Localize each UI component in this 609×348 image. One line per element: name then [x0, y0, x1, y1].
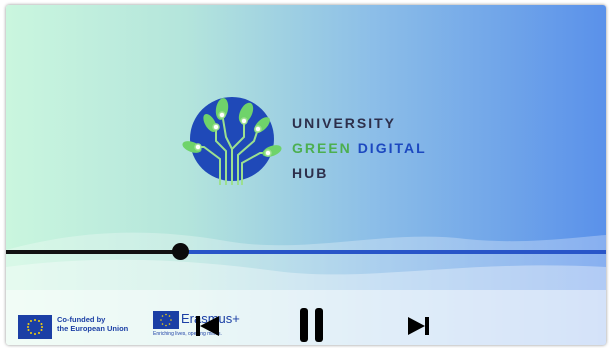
progress-played[interactable] [6, 250, 180, 254]
pause-button[interactable] [298, 307, 326, 343]
logo-word-green: GREEN [292, 140, 352, 156]
logo-text: UNIVERSITY GREEN DIGITAL HUB [292, 111, 427, 186]
logo: UNIVERSITY GREEN DIGITAL HUB [176, 89, 476, 209]
skip-previous-icon [196, 316, 219, 336]
skip-next-icon [408, 317, 429, 335]
seek-handle[interactable] [172, 243, 189, 260]
eu-text-line-1: Co-funded by [57, 315, 106, 324]
eu-flag-icon [18, 315, 52, 339]
logo-line-hub: HUB [292, 165, 329, 181]
logo-line-green-digital: GREEN DIGITAL [292, 136, 427, 161]
previous-button[interactable] [195, 314, 221, 338]
eu-cofunded-text: Co-funded by the European Union [57, 315, 128, 333]
pause-icon [300, 308, 323, 342]
logo-icon [182, 97, 282, 185]
next-button[interactable] [407, 315, 431, 337]
erasmus-flag-icon [153, 311, 179, 329]
video-player[interactable]: UNIVERSITY GREEN DIGITAL HUB Co-funded b… [6, 5, 606, 345]
logo-word-digital: DIGITAL [357, 140, 427, 156]
eu-text-line-2: the European Union [57, 324, 129, 333]
control-bar: Co-funded by the European Union Erasmus+… [6, 290, 606, 345]
logo-line-university: UNIVERSITY [292, 115, 397, 131]
progress-remaining[interactable] [180, 250, 606, 254]
